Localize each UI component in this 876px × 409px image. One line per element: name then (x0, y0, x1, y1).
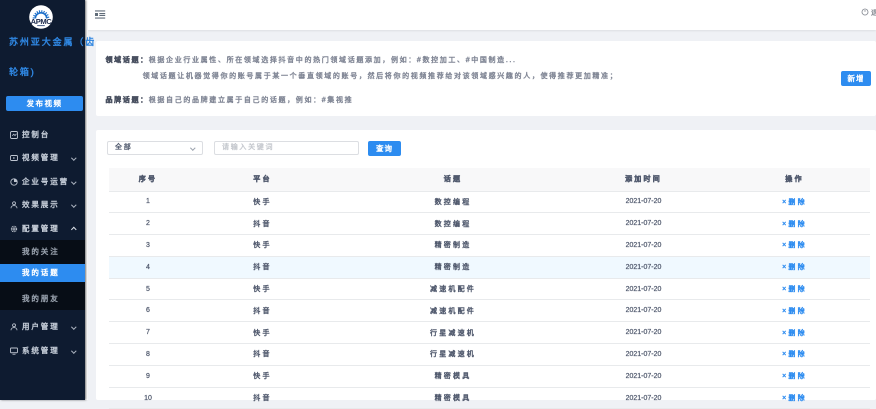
svg-text:APMC: APMC (31, 17, 53, 26)
